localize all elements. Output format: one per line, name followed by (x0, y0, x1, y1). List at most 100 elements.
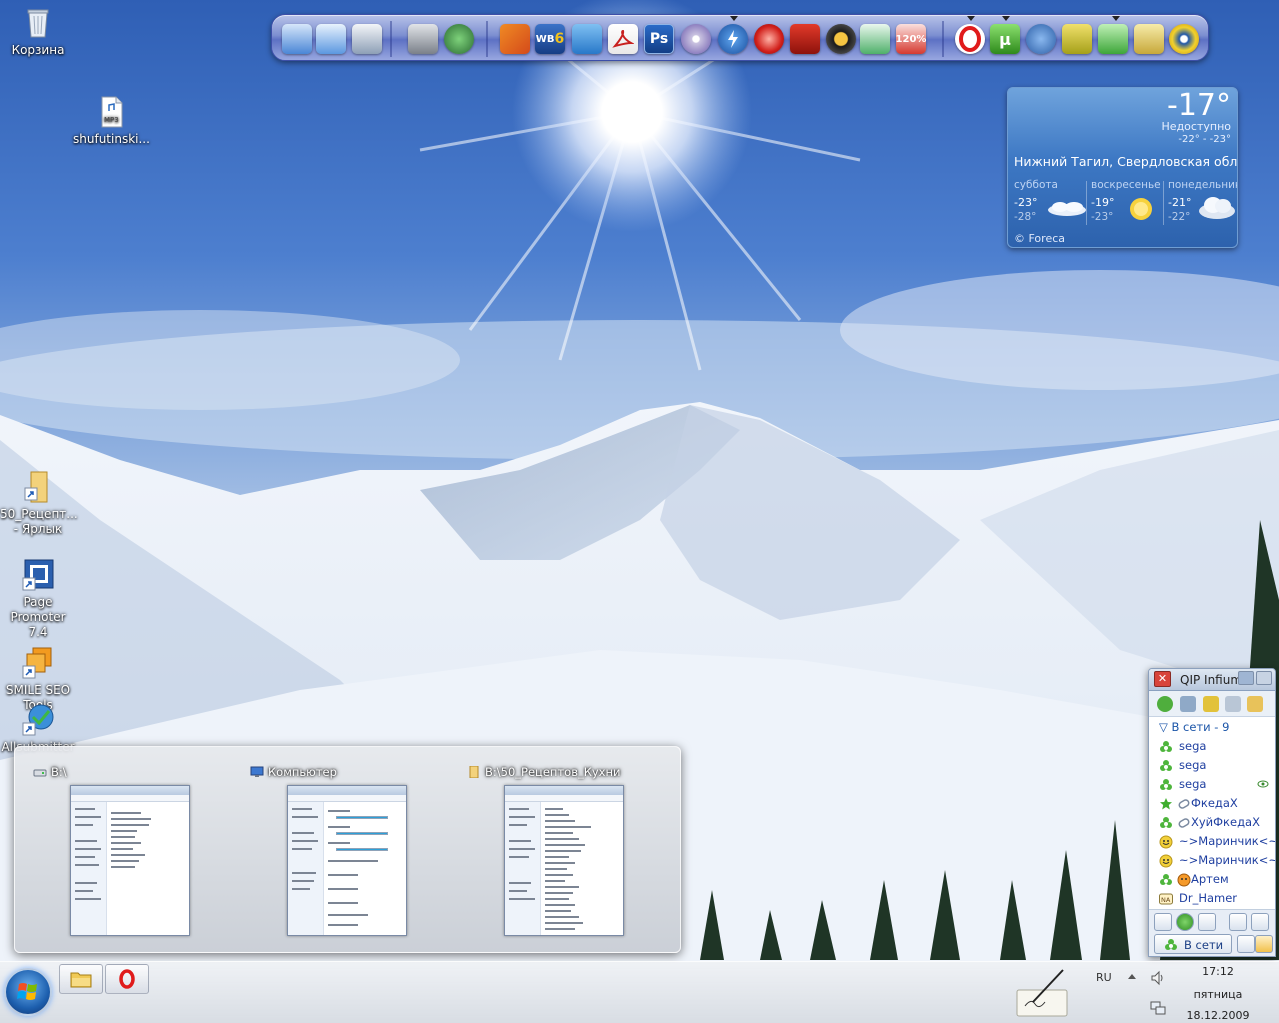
drive-icon (33, 769, 47, 777)
nero-icon[interactable] (754, 24, 784, 54)
contact-name: ХуйФкедаХ (1191, 815, 1260, 829)
window-thumbnail[interactable]: Компьютер (232, 747, 450, 952)
recycle-bin-icon (21, 6, 55, 40)
pen-tablet-icon[interactable] (1015, 966, 1069, 1018)
svg-text:NA: NA (1161, 896, 1171, 904)
close-icon[interactable]: ✕ (1154, 671, 1171, 687)
top-dock: WB 6 Ps 120% µ (271, 14, 1209, 61)
taskbar-explorer-button[interactable] (59, 964, 103, 994)
desktop-icon-mp3-file[interactable]: MP3 shufutinski... (73, 95, 150, 147)
forecast-high: -23° (1014, 196, 1038, 209)
tools-icon[interactable] (352, 24, 382, 54)
acrobat-icon[interactable] (608, 24, 638, 54)
window-thumbnail[interactable]: B:\ (15, 747, 233, 952)
gear-icon[interactable] (1026, 24, 1056, 54)
book-icon[interactable] (572, 24, 602, 54)
desktop-icon-recycle-bin[interactable]: Корзина (0, 6, 76, 58)
sound-icon[interactable] (1203, 696, 1219, 712)
search-icon[interactable] (1198, 913, 1216, 931)
lightning-icon[interactable] (718, 24, 748, 54)
qip-group-label: В сети - 9 (1171, 720, 1230, 734)
cards-icon[interactable] (860, 24, 890, 54)
utorrent-icon[interactable]: µ (990, 24, 1020, 54)
opera-icon[interactable] (955, 24, 985, 54)
explorer-icon (70, 972, 92, 988)
dial-icon[interactable]: 120% (896, 24, 926, 54)
thumbnail-title: Компьютер (268, 765, 337, 779)
online-icon (1165, 939, 1177, 950)
users-icon[interactable] (1154, 913, 1172, 931)
alien-icon[interactable] (444, 24, 474, 54)
online-icon (1160, 779, 1172, 790)
clock-day[interactable]: пятница (1186, 988, 1250, 1001)
profile-icon[interactable] (1251, 913, 1269, 931)
desktop-icon-label: Корзина (11, 43, 65, 57)
explorer-window-preview (70, 785, 190, 936)
qip-infium-window[interactable]: ✕ QIP Infium ▽ В сети - 9 sega sega sega… (1148, 668, 1276, 957)
contact-item[interactable]: sega (1159, 776, 1269, 794)
forecast-day-name: понедельник (1168, 179, 1238, 191)
na-icon: NA (1159, 893, 1173, 905)
cloudy-icon (1199, 197, 1235, 219)
windows-logo-icon (17, 983, 37, 1000)
volume-icon[interactable] (1150, 970, 1166, 986)
weather-gadget[interactable]: -17° Недоступно -22° - -23° Нижний Тагил… (1007, 87, 1238, 248)
vector-icon[interactable] (790, 24, 820, 54)
send-file-icon[interactable] (1225, 696, 1241, 712)
qip-bottom-panel: В сети (1149, 909, 1275, 956)
dock-separator (942, 21, 944, 57)
allsubmitter-icon (21, 703, 55, 737)
sun-icon (1130, 198, 1152, 220)
start-button[interactable] (4, 968, 52, 1016)
webcam-icon[interactable] (1169, 24, 1199, 54)
privacy-icon[interactable] (1237, 935, 1255, 953)
disc-icon[interactable] (681, 24, 711, 54)
pencil-icon[interactable] (500, 24, 530, 54)
computer-icon[interactable] (282, 24, 312, 54)
aimp-icon[interactable] (826, 24, 856, 54)
history-icon[interactable] (1180, 696, 1196, 712)
qip-toolbar (1149, 691, 1275, 717)
network-icon[interactable] (1062, 24, 1092, 54)
online-icon (1160, 817, 1172, 828)
weather-credit: © Foreca (1014, 232, 1065, 245)
wb-icon[interactable]: WB 6 (535, 24, 565, 54)
status-dropdown[interactable]: В сети (1154, 934, 1232, 954)
clock-time[interactable]: 17:12 (1190, 965, 1246, 978)
contact-name: Dr_Hamer (1179, 891, 1238, 905)
printer-icon[interactable] (408, 24, 438, 54)
settings-icon[interactable] (1229, 913, 1247, 931)
online-icon (1160, 760, 1172, 771)
weather-forecast-day: воскресенье -19° -23° (1091, 179, 1167, 227)
contact-name: sega (1179, 777, 1207, 791)
window-thumbnail[interactable]: B:\50_Рецептов_Кухни (449, 747, 667, 952)
photoshop-icon[interactable]: Ps (644, 24, 674, 54)
dock-indicator-arrow (730, 16, 738, 21)
taskbar-opera-button[interactable] (105, 964, 149, 994)
weather-current-temp: -17° (1167, 88, 1231, 123)
notes-icon[interactable] (1134, 24, 1164, 54)
contact-name: ~>Маринчик<~ (1179, 853, 1276, 867)
qip-group-header[interactable]: ▽ В сети - 9 (1159, 720, 1229, 734)
mp3-file-icon: MP3 (94, 95, 128, 129)
control-panel-icon[interactable] (316, 24, 346, 54)
forecast-separator (1163, 181, 1164, 225)
network-icon[interactable] (1150, 1000, 1166, 1016)
forecast-separator (1086, 181, 1087, 225)
user-icon[interactable] (1255, 935, 1273, 953)
status-label: В сети (1184, 938, 1224, 952)
show-hidden-icons-icon[interactable] (1128, 974, 1136, 979)
pin-icon[interactable] (1238, 671, 1254, 685)
language-indicator[interactable]: RU (1096, 971, 1112, 984)
qip-title-bar[interactable]: ✕ QIP Infium (1149, 669, 1275, 691)
minimize-icon[interactable] (1256, 671, 1272, 685)
phone-icon[interactable] (1176, 913, 1194, 931)
contact-name: sega (1179, 739, 1207, 753)
forecast-high: -19° (1091, 196, 1115, 209)
contacts-icon[interactable] (1157, 696, 1173, 712)
contact-name: ~>Маринчик<~ (1179, 834, 1276, 848)
forecast-day-name: суббота (1014, 179, 1058, 191)
folder-icon[interactable] (1247, 696, 1263, 712)
cleaner-icon[interactable] (1098, 24, 1128, 54)
clock-date[interactable]: 18.12.2009 (1182, 1009, 1254, 1022)
